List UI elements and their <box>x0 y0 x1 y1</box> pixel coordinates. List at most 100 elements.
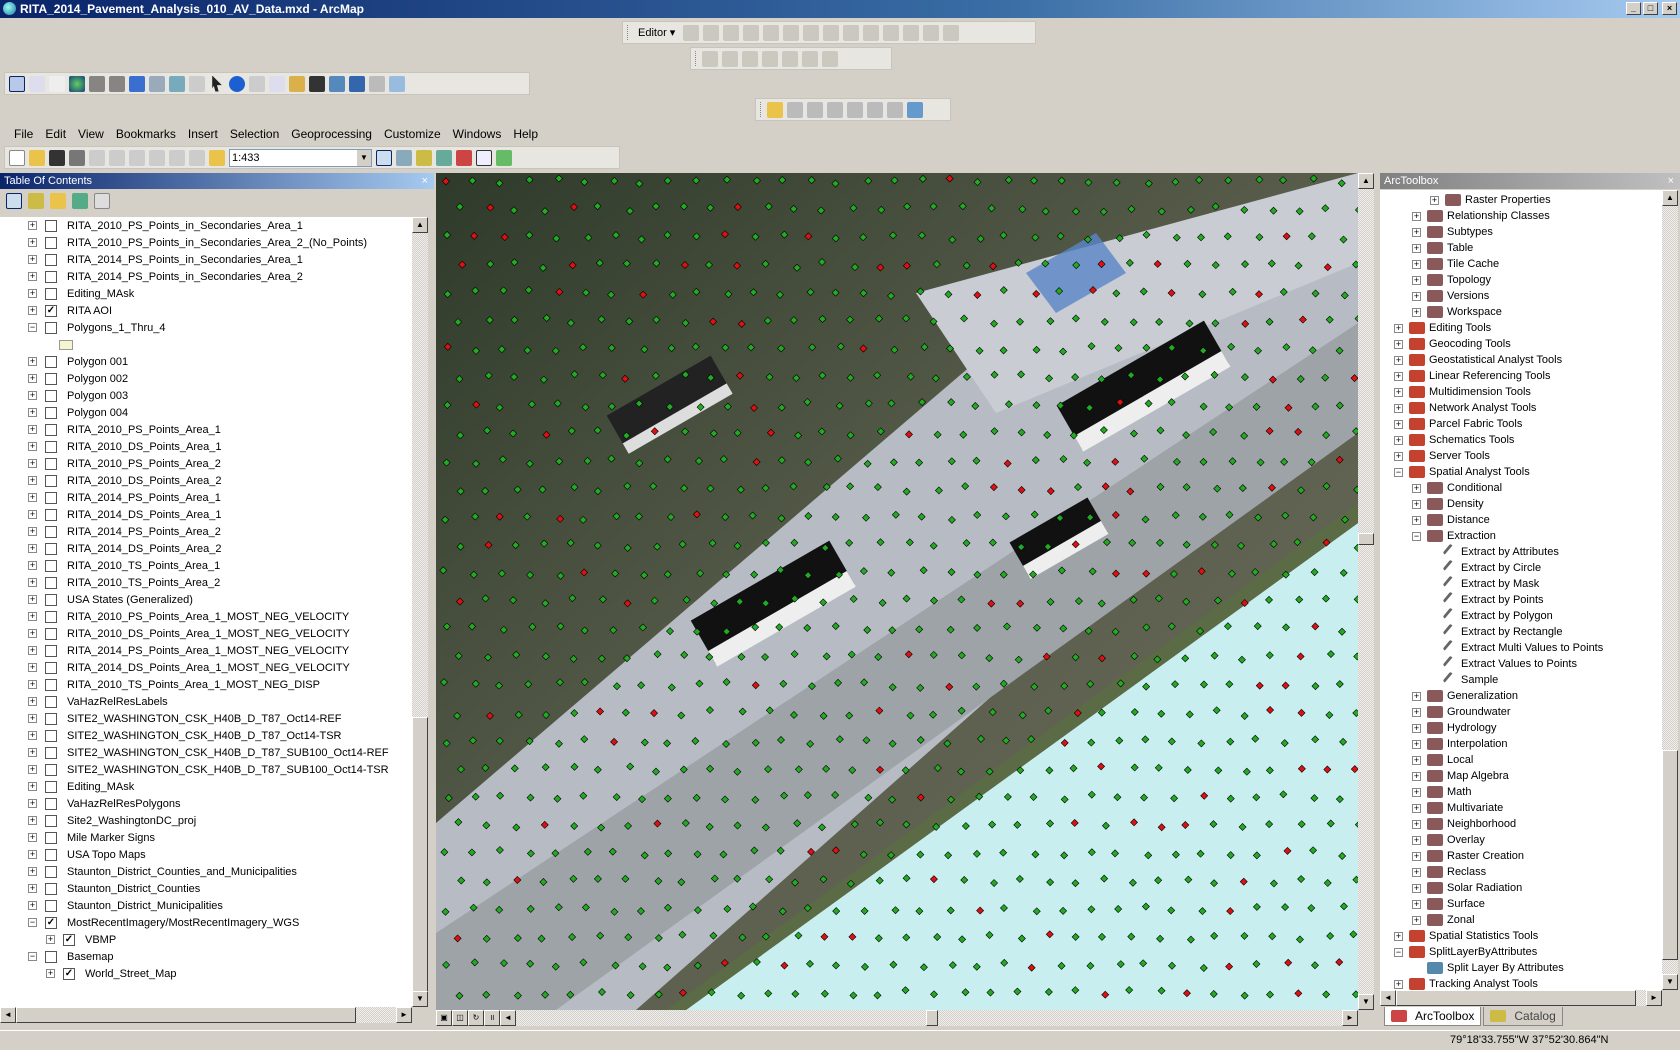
toolbox-tree-item[interactable]: Split Layer By Attributes <box>1380 960 1662 976</box>
map-vertical-scrollbar[interactable]: ▲ ▼ <box>1358 173 1374 1010</box>
toc-layer-item[interactable]: + ✓ World_Street_Map <box>0 965 412 982</box>
close-icon[interactable]: × <box>422 173 428 189</box>
toolbox-tree-item[interactable]: + Multivariate <box>1380 800 1662 816</box>
scroll-thumb[interactable] <box>1396 990 1636 1006</box>
layer-visibility-checkbox[interactable] <box>45 525 57 538</box>
expand-icon[interactable]: + <box>28 238 37 247</box>
toolbox-tree-item[interactable]: + Density <box>1380 496 1662 512</box>
toc-layer-item[interactable]: + RITA_2010_DS_Points_Area_1_MOST_NEG_VEL… <box>0 625 412 642</box>
map-scale-combobox[interactable]: 1:433 ▼ <box>229 148 372 167</box>
toolbox-tree-item[interactable]: + Table <box>1380 240 1662 256</box>
expand-icon[interactable]: + <box>1394 355 1403 365</box>
layer-visibility-checkbox[interactable] <box>45 729 57 742</box>
toc-layer-item[interactable]: + RITA_2010_TS_Points_Area_1 <box>0 557 412 574</box>
expand-icon[interactable]: + <box>28 306 37 315</box>
hyperlink-icon[interactable] <box>249 75 265 92</box>
layer-visibility-checkbox[interactable] <box>45 576 57 589</box>
toolbox-tree-item[interactable]: Extract by Points <box>1380 591 1662 609</box>
expand-icon[interactable]: + <box>28 816 37 825</box>
split-icon[interactable] <box>863 24 880 41</box>
toc-layer-item[interactable]: + Polygon 001 <box>0 353 412 370</box>
toolbox-tree-item[interactable]: + Math <box>1380 784 1662 800</box>
toolbox-tree-item[interactable]: + Zonal <box>1380 912 1662 928</box>
layer-visibility-checkbox[interactable] <box>45 814 57 827</box>
expand-icon[interactable]: + <box>28 629 37 638</box>
toc-layer-item[interactable]: + RITA_2014_DS_Points_Area_2 <box>0 540 412 557</box>
toc-layer-item[interactable]: + Site2_WashingtonDC_proj <box>0 812 412 829</box>
expand-icon[interactable]: + <box>28 391 37 400</box>
full-extent-icon[interactable] <box>69 75 85 92</box>
toc-vertical-scrollbar[interactable]: ▲ ▼ <box>412 217 428 1007</box>
layer-visibility-checkbox[interactable] <box>45 644 57 657</box>
toolbox-tree-item[interactable]: + Conditional <box>1380 480 1662 496</box>
collapse-icon[interactable]: − <box>1394 467 1403 477</box>
open-icon[interactable] <box>29 149 45 166</box>
back-icon[interactable] <box>129 75 145 92</box>
collapse-icon[interactable]: − <box>28 918 37 927</box>
toolbox-tree-item[interactable]: + Spatial Statistics Tools <box>1380 928 1662 944</box>
toolbox-tree-item[interactable]: + Distance <box>1380 512 1662 528</box>
expand-icon[interactable]: + <box>1412 211 1421 221</box>
layer-visibility-checkbox[interactable] <box>45 440 57 453</box>
toolbox-tree-item[interactable]: Extract Values to Points <box>1380 655 1662 673</box>
tab-catalog[interactable]: Catalog <box>1483 1007 1563 1026</box>
expand-icon[interactable]: + <box>28 408 37 417</box>
toc-layer-item[interactable]: − Polygons_1_Thru_4 <box>0 319 412 336</box>
clear-selection-icon[interactable] <box>189 75 205 92</box>
modelbuilder-icon[interactable] <box>496 149 512 166</box>
toolbox-tree-item[interactable]: + Editing Tools <box>1380 320 1662 336</box>
expand-icon[interactable]: + <box>46 935 55 944</box>
layer-visibility-checkbox[interactable] <box>45 627 57 640</box>
point-icon[interactable] <box>783 24 800 41</box>
scroll-thumb[interactable] <box>1662 750 1678 960</box>
edit-annotation-icon[interactable] <box>703 24 720 41</box>
tool-icon[interactable] <box>907 101 923 118</box>
editor-menu-button[interactable]: Editor ▾ <box>634 26 679 39</box>
expand-icon[interactable]: + <box>1412 851 1421 861</box>
attributes-icon[interactable] <box>903 24 920 41</box>
scroll-down-button[interactable]: ▼ <box>1358 994 1374 1010</box>
layout-view-button[interactable]: ▣ <box>436 1010 452 1026</box>
toc-layer-item[interactable]: + Staunton_District_Municipalities <box>0 897 412 914</box>
toc-layer-item[interactable]: + VaHazRelResPolygons <box>0 795 412 812</box>
list-by-selection-icon[interactable] <box>72 193 88 209</box>
expand-icon[interactable]: + <box>28 731 37 740</box>
expand-icon[interactable]: + <box>1394 339 1403 349</box>
expand-icon[interactable]: + <box>1412 803 1421 813</box>
cut-icon[interactable] <box>89 149 105 166</box>
expand-icon[interactable]: + <box>28 578 37 587</box>
forward-icon[interactable] <box>149 75 165 92</box>
tool-icon[interactable] <box>887 101 903 118</box>
layer-visibility-checkbox[interactable] <box>45 372 57 385</box>
layer-visibility-checkbox[interactable] <box>45 678 57 691</box>
expand-icon[interactable]: + <box>1412 867 1421 877</box>
expand-icon[interactable]: + <box>1412 915 1421 925</box>
toolbox-tree-item[interactable]: + Raster Properties <box>1380 192 1662 208</box>
layer-visibility-checkbox[interactable]: ✓ <box>63 933 75 946</box>
layer-visibility-checkbox[interactable] <box>45 797 57 810</box>
toolbox-tree-item[interactable]: + Raster Creation <box>1380 848 1662 864</box>
tool-icon[interactable] <box>807 101 823 118</box>
toolbox-tree-item[interactable]: + Versions <box>1380 288 1662 304</box>
toc-layer-item[interactable]: + RITA_2010_PS_Points_Area_2 <box>0 455 412 472</box>
toolbox-tree-item[interactable]: Extract by Mask <box>1380 575 1662 593</box>
toolbox-tree-item[interactable]: Extract by Rectangle <box>1380 623 1662 641</box>
tab-arctoolbox[interactable]: ArcToolbox <box>1384 1007 1482 1026</box>
expand-icon[interactable]: + <box>28 646 37 655</box>
map-canvas[interactable] <box>436 173 1358 1010</box>
data-view-button[interactable]: ◫ <box>452 1010 468 1026</box>
line-icon[interactable] <box>702 50 718 67</box>
toc-layer-item[interactable]: + RITA_2014_PS_Points_Area_1_MOST_NEG_VEL… <box>0 642 412 659</box>
sketch-properties-icon[interactable] <box>923 24 940 41</box>
toc-layer-item[interactable]: + Mile Marker Signs <box>0 829 412 846</box>
expand-icon[interactable]: + <box>28 544 37 553</box>
expand-icon[interactable]: + <box>28 493 37 502</box>
layer-visibility-checkbox[interactable]: ✓ <box>45 916 57 929</box>
toolbox-tree-item[interactable]: − Extraction <box>1380 528 1662 544</box>
toc-layer-item[interactable]: − Basemap <box>0 948 412 965</box>
expand-icon[interactable]: + <box>1412 483 1421 493</box>
expand-icon[interactable]: + <box>46 969 55 978</box>
select-features-icon[interactable] <box>169 75 185 92</box>
toc-layer-item[interactable]: + ✓ RITA AOI <box>0 302 412 319</box>
select-elements-icon[interactable] <box>212 75 222 92</box>
